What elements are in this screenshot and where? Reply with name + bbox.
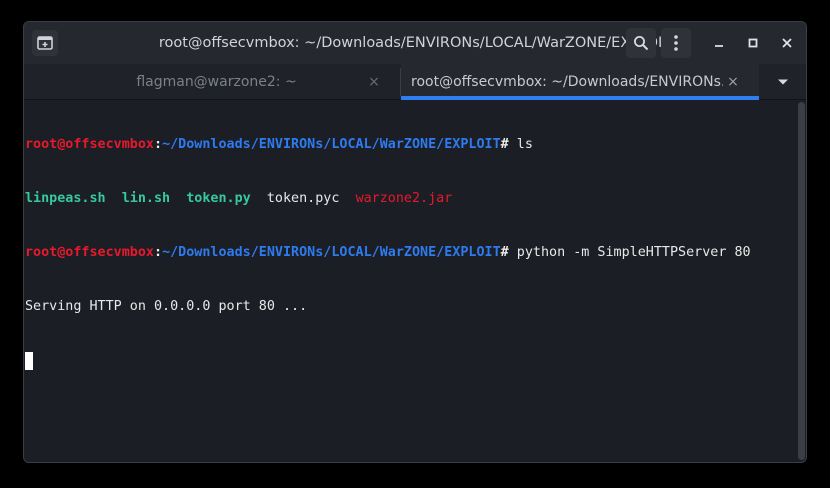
tab-list-button[interactable]: [760, 64, 806, 100]
title-bar[interactable]: root@offsecvmbox: ~/Downloads/ENVIRONs/L…: [24, 22, 806, 64]
text-cursor: [25, 352, 33, 370]
prompt-user-host: root@offsecvmbox: [25, 245, 154, 260]
file-entry: linpeas.sh: [25, 191, 106, 206]
file-entry: warzone2.jar: [355, 191, 453, 206]
maximize-icon: [748, 38, 758, 48]
ls-output-line: linpeas.sh lin.sh token.py token.pyc war…: [25, 190, 796, 208]
close-button[interactable]: [775, 31, 799, 55]
server-output: Serving HTTP on 0.0.0.0 port 80 ...: [25, 299, 308, 314]
prompt-path: ~/Downloads/ENVIRONs/LOCAL/WarZONE/EXPLO…: [162, 137, 501, 152]
file-entry: token.pyc: [266, 191, 340, 206]
search-icon: [634, 36, 649, 51]
kebab-menu-icon: [674, 35, 678, 51]
command-text: ls: [508, 137, 533, 152]
tab-label: flagman@warzone2: ~: [136, 74, 297, 90]
maximize-button[interactable]: [741, 31, 765, 55]
scrollbar[interactable]: [798, 102, 805, 460]
prompt-line: root@offsecvmbox:~/Downloads/ENVIRONs/LO…: [25, 244, 796, 262]
close-icon: [782, 38, 792, 48]
prompt-separator: :: [154, 137, 163, 152]
prompt-line: root@offsecvmbox:~/Downloads/ENVIRONs/LO…: [25, 136, 796, 154]
minimize-icon: [715, 45, 723, 47]
prompt-user-host: root@offsecvmbox: [25, 137, 154, 152]
output-line: Serving HTTP on 0.0.0.0 port 80 ...: [25, 298, 796, 316]
file-entry: lin.sh: [121, 191, 171, 206]
tab-close-button[interactable]: ×: [723, 64, 743, 100]
tab-close-button[interactable]: ×: [364, 64, 384, 100]
tab-flagman[interactable]: flagman@warzone2: ~ ×: [24, 64, 399, 100]
prompt-symbol: #: [500, 137, 509, 152]
new-tab-icon: [37, 36, 53, 50]
search-button[interactable]: [626, 28, 656, 58]
cursor-line: [25, 352, 796, 370]
prompt-path: ~/Downloads/ENVIRONs/LOCAL/WarZONE/EXPLO…: [162, 245, 501, 260]
prompt-symbol: #: [500, 245, 509, 260]
new-tab-button[interactable]: [32, 30, 58, 56]
tab-root-exploit[interactable]: root@offsecvmbox: ~/Downloads/ENVIRONs… …: [401, 64, 759, 100]
chevron-down-icon: [778, 79, 788, 85]
menu-button[interactable]: [661, 28, 691, 58]
prompt-separator: :: [154, 245, 163, 260]
file-entry: token.py: [186, 191, 251, 206]
tab-bar: flagman@warzone2: ~ × root@offsecvmbox: …: [24, 64, 806, 100]
terminal-window: root@offsecvmbox: ~/Downloads/ENVIRONs/L…: [23, 21, 807, 463]
minimize-button[interactable]: [707, 31, 731, 55]
command-text: python -m SimpleHTTPServer 80: [508, 245, 751, 260]
tab-label: root@offsecvmbox: ~/Downloads/ENVIRONs…: [411, 74, 723, 90]
terminal-output[interactable]: root@offsecvmbox:~/Downloads/ENVIRONs/LO…: [24, 100, 796, 462]
